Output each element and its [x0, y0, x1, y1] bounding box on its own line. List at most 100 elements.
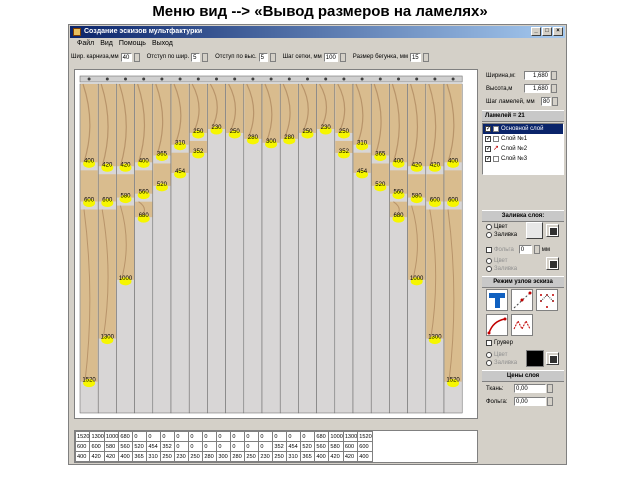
foil-fill-radio[interactable] [486, 266, 492, 272]
runner-size-spinner[interactable] [422, 52, 429, 62]
table-cell[interactable]: 520 [132, 441, 148, 452]
offset-width-input[interactable]: 5 [191, 52, 201, 62]
table-cell[interactable]: 250 [272, 451, 288, 462]
foil-price-input[interactable]: 0,00 [514, 397, 546, 406]
table-cell[interactable]: 280 [202, 451, 218, 462]
table-cell[interactable]: 0 [188, 431, 204, 442]
table-cell[interactable]: 1000 [103, 431, 120, 442]
table-cell[interactable]: 0 [202, 431, 218, 442]
mode-grid-button[interactable] [536, 289, 558, 311]
table-cell[interactable]: 0 [244, 431, 260, 442]
menu-help[interactable]: Помощь [119, 39, 146, 49]
foil-palette-button[interactable] [546, 257, 559, 270]
table-cell[interactable]: 280 [230, 451, 246, 462]
close-button[interactable]: × [553, 27, 563, 36]
table-cell[interactable]: 1300 [342, 431, 359, 442]
width-input[interactable]: 1,680 [524, 71, 550, 80]
table-cell[interactable]: 600 [357, 441, 373, 452]
table-cell[interactable]: 420 [342, 451, 359, 462]
table-cell[interactable]: 0 [174, 431, 190, 442]
menu-file[interactable]: Файл [77, 39, 94, 49]
table-cell[interactable]: 0 [230, 441, 246, 452]
fill-palette-button[interactable] [546, 224, 559, 237]
layers-list[interactable]: ✓ Основной слой ✓ Слой №1 ✓ ↗ Слой №2 ✓ … [482, 123, 564, 175]
menu-view[interactable]: Вид [100, 39, 113, 49]
maximize-button[interactable]: □ [542, 27, 552, 36]
table-cell[interactable]: 300 [216, 451, 232, 462]
width-spinner[interactable] [551, 71, 557, 80]
minimize-button[interactable]: _ [531, 27, 541, 36]
foil-checkbox[interactable] [486, 246, 492, 253]
table-cell[interactable]: 0 [272, 431, 288, 442]
mode-wave-button[interactable] [511, 314, 533, 336]
runner-size-input[interactable]: 15 [409, 52, 421, 62]
sketch-canvas[interactable]: 400 600 1520 420 600 1300 420 580 1000 400 560 680 3… [74, 69, 478, 419]
foil-input[interactable]: 0 [518, 245, 532, 254]
table-cell[interactable]: 400 [357, 451, 373, 462]
table-cell[interactable]: 0 [286, 431, 302, 442]
table-cell[interactable]: 0 [230, 431, 246, 442]
layer-item-0[interactable]: ✓ Основной слой [483, 124, 563, 134]
mode-curve-button[interactable] [486, 314, 508, 336]
table-cell[interactable]: 680 [118, 431, 134, 442]
groove-checkbox[interactable] [486, 340, 492, 346]
table-cell[interactable]: 454 [146, 441, 162, 452]
table-cell[interactable]: 580 [328, 441, 344, 452]
groove-palette-button[interactable] [546, 352, 559, 365]
cornice-input[interactable]: 40 [120, 52, 132, 62]
offset-height-input[interactable]: 5 [258, 52, 268, 62]
grid-step-input[interactable]: 100 [323, 52, 338, 62]
layer-checkbox[interactable]: ✓ [485, 126, 491, 132]
table-cell[interactable]: 230 [258, 451, 274, 462]
table-cell[interactable]: 1000 [328, 431, 344, 442]
table-cell[interactable]: 310 [286, 451, 302, 462]
table-cell[interactable]: 600 [342, 441, 359, 452]
table-cell[interactable]: 680 [314, 431, 330, 442]
table-cell[interactable]: 420 [89, 451, 105, 462]
sketch-drawing[interactable]: 400 600 1520 420 600 1300 420 580 1000 400 560 680 3… [75, 70, 477, 418]
table-cell[interactable]: 365 [132, 451, 148, 462]
layer-checkbox[interactable]: ✓ [485, 136, 491, 142]
table-cell[interactable]: 560 [118, 441, 134, 452]
table-cell[interactable]: 1300 [89, 431, 105, 442]
table-cell[interactable]: 250 [244, 451, 260, 462]
step-spinner[interactable] [552, 97, 558, 106]
height-input[interactable]: 1,680 [524, 84, 550, 93]
groove-color-swatch[interactable] [526, 350, 544, 367]
table-cell[interactable]: 365 [300, 451, 316, 462]
layer-item-3[interactable]: ✓ Слой №3 [483, 154, 563, 164]
table-cell[interactable]: 400 [75, 451, 91, 462]
table-cell[interactable]: 250 [160, 451, 176, 462]
table-cell[interactable]: 352 [272, 441, 288, 452]
table-cell[interactable]: 230 [174, 451, 190, 462]
grid-step-spinner[interactable] [339, 52, 346, 62]
table-cell[interactable]: 0 [258, 431, 274, 442]
table-cell[interactable]: 520 [300, 441, 316, 452]
foil-price-spinner[interactable] [547, 397, 553, 406]
table-cell[interactable]: 0 [188, 441, 204, 452]
groove-fill-radio[interactable] [486, 360, 492, 366]
table-cell[interactable]: 0 [160, 431, 176, 442]
fabric-price-input[interactable]: 0,00 [514, 384, 546, 393]
fill-color-swatch[interactable] [526, 222, 543, 239]
table-cell[interactable]: 0 [244, 441, 260, 452]
table-cell[interactable]: 352 [160, 441, 176, 452]
table-cell[interactable]: 454 [286, 441, 302, 452]
table-cell[interactable]: 420 [103, 451, 120, 462]
table-cell[interactable]: 580 [103, 441, 120, 452]
offset-height-spinner[interactable] [269, 52, 276, 62]
menu-exit[interactable]: Выход [152, 39, 173, 49]
table-cell[interactable]: 0 [174, 441, 190, 452]
table-cell[interactable]: 0 [132, 431, 148, 442]
table-cell[interactable]: 0 [146, 431, 162, 442]
table-cell[interactable]: 0 [258, 441, 274, 452]
fabric-price-spinner[interactable] [547, 384, 553, 393]
fill-fill-radio[interactable] [486, 232, 492, 238]
table-cell[interactable]: 420 [328, 451, 344, 462]
offset-width-spinner[interactable] [202, 52, 209, 62]
table-cell[interactable]: 1520 [357, 431, 373, 442]
table-cell[interactable]: 250 [188, 451, 204, 462]
step-input[interactable]: 80 [541, 97, 551, 106]
table-cell[interactable]: 0 [300, 431, 316, 442]
foil-color-radio[interactable] [486, 258, 492, 264]
